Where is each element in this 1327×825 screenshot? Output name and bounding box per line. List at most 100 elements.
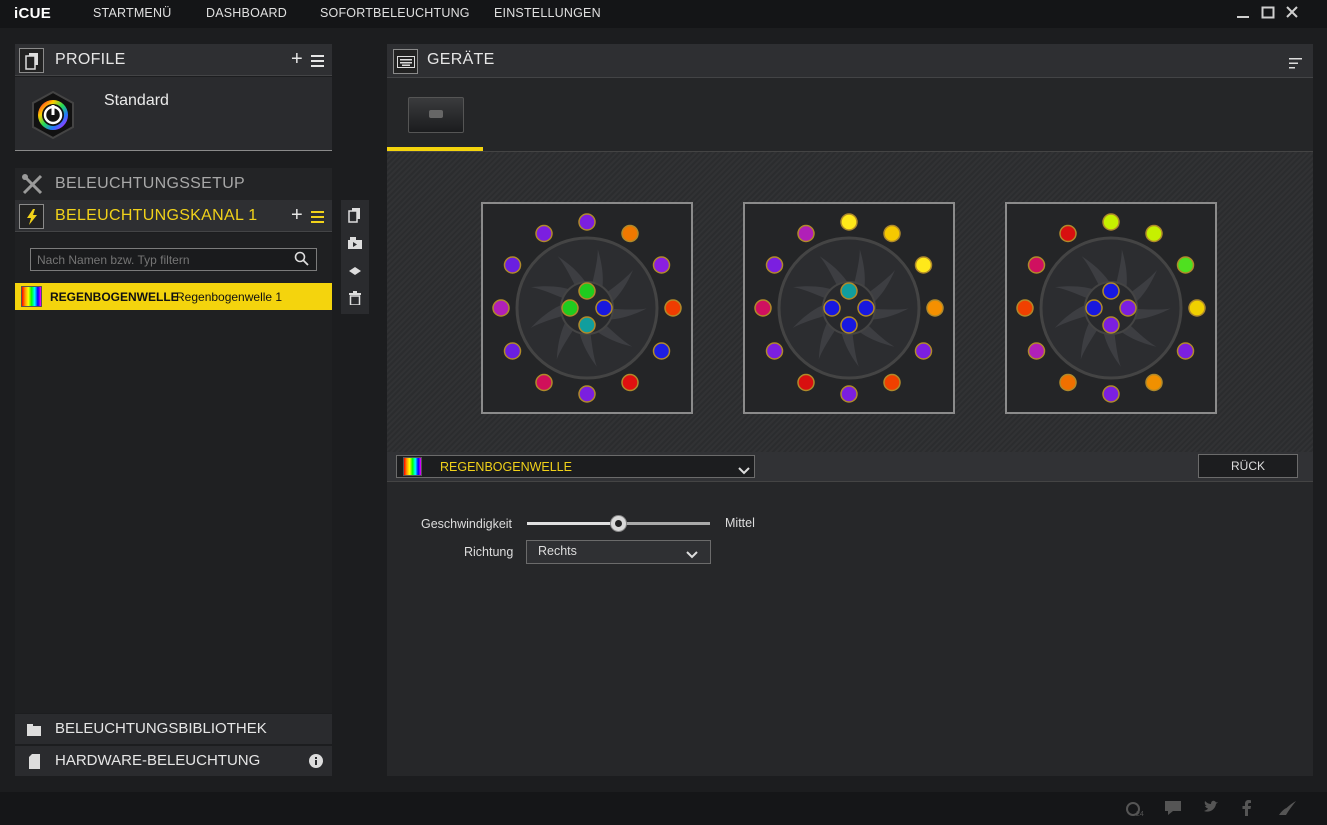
fan-led-outer[interactable] <box>503 256 522 274</box>
fan-led-outer[interactable] <box>914 256 933 274</box>
trash-icon[interactable] <box>349 291 361 310</box>
fan-led-outer[interactable] <box>621 373 639 392</box>
fan-led-outer[interactable] <box>883 373 901 392</box>
maximize-icon[interactable] <box>1261 4 1275 25</box>
fan-led-inner[interactable] <box>840 282 858 300</box>
fan-led-outer[interactable] <box>1102 213 1120 231</box>
fan-led-outer[interactable] <box>664 299 682 317</box>
fan-led-outer[interactable] <box>765 256 784 274</box>
fan-led-outer[interactable] <box>1027 342 1046 360</box>
fan-led-inner[interactable] <box>1102 282 1120 300</box>
close-icon[interactable] <box>1285 4 1299 25</box>
fan-led-outer[interactable] <box>1102 385 1120 403</box>
fan-led-outer[interactable] <box>492 299 510 317</box>
twitter-icon[interactable] <box>1203 800 1219 818</box>
fan-panel-1[interactable] <box>481 202 693 414</box>
fan-led-outer[interactable] <box>926 299 944 317</box>
effect-type-dropdown[interactable]: REGENBOGENWELLE <box>396 455 755 478</box>
fan-led-inner[interactable] <box>1119 299 1137 317</box>
nav-startmenu[interactable]: STARTMENÜ <box>93 6 171 20</box>
fan-panel-3[interactable] <box>1005 202 1217 414</box>
fan-led-outer[interactable] <box>1145 224 1163 243</box>
fan-led-outer[interactable] <box>765 342 784 360</box>
add-profile-button[interactable]: + <box>291 48 303 71</box>
add-effect-button[interactable]: + <box>291 204 303 227</box>
fan-led-outer[interactable] <box>621 224 639 243</box>
fan-led-outer[interactable] <box>1176 342 1195 360</box>
fan-led-outer[interactable] <box>652 256 671 274</box>
fan-led-outer[interactable] <box>1059 373 1077 392</box>
fan-led-inner[interactable] <box>823 299 841 317</box>
top-navigation-bar: iCUE STARTMENÜ DASHBOARD SOFORTBELEUCHTU… <box>0 0 1327 28</box>
speed-label: Geschwindigkeit <box>421 517 513 531</box>
info-icon[interactable] <box>309 754 323 773</box>
fan-led-outer[interactable] <box>754 299 772 317</box>
list-item[interactable]: REGENBOGENWELLE Regenbogenwelle 1 <box>15 283 332 310</box>
fan-led-outer[interactable] <box>535 224 553 243</box>
fan-led-inner[interactable] <box>840 316 858 334</box>
move-to-icon[interactable] <box>347 236 363 255</box>
lighting-library[interactable]: BELEUCHTUNGSBIBLIOTHEK <box>15 714 332 744</box>
fan-led-inner[interactable] <box>595 299 613 317</box>
fan-led-outer[interactable] <box>652 342 671 360</box>
fan-led-outer[interactable] <box>1145 373 1163 392</box>
support-icon[interactable]: 24 <box>1125 800 1145 820</box>
fan-led-outer[interactable] <box>914 342 933 360</box>
back-button[interactable]: RÜCK <box>1198 454 1298 478</box>
search-icon[interactable] <box>294 251 310 272</box>
fan-led-inner[interactable] <box>578 282 596 300</box>
minimize-icon[interactable] <box>1236 4 1250 25</box>
reorder-icon[interactable] <box>348 264 362 282</box>
nav-settings[interactable]: EINSTELLUNGEN <box>494 6 601 20</box>
copy-icon[interactable] <box>348 207 362 228</box>
fan-led-outer[interactable] <box>535 373 553 392</box>
fan-led-outer[interactable] <box>1027 256 1046 274</box>
profile-panel-header: PROFILE + <box>15 44 332 76</box>
fan-led-outer[interactable] <box>883 224 901 243</box>
corsair-sails-icon[interactable] <box>1278 800 1298 820</box>
device-controller-thumbnail[interactable] <box>408 97 464 133</box>
lighting-setup-title: BELEUCHTUNGSSETUP <box>55 175 246 192</box>
fan-led-outer[interactable] <box>840 385 858 403</box>
rainbow-effect-icon <box>403 457 422 476</box>
effect-tools <box>341 200 369 314</box>
fan-led-outer[interactable] <box>1016 299 1034 317</box>
lighting-setup-header[interactable]: BELEUCHTUNGSSETUP <box>15 168 332 200</box>
footer-bar: 24 <box>0 792 1327 825</box>
fan-led-inner[interactable] <box>857 299 875 317</box>
fan-led-outer[interactable] <box>797 224 815 243</box>
fan-panel-2[interactable] <box>743 202 955 414</box>
profile-panel-title: PROFILE <box>55 51 126 68</box>
fan-led-inner[interactable] <box>561 299 579 317</box>
memory-card-icon <box>29 754 40 774</box>
effect-type-selected: REGENBOGENWELLE <box>440 460 572 474</box>
facebook-icon[interactable] <box>1242 800 1252 820</box>
effect-filter-input[interactable] <box>30 248 317 271</box>
fan-led-inner[interactable] <box>578 316 596 334</box>
svg-text:24: 24 <box>1136 811 1144 816</box>
speed-slider-fill <box>527 522 619 525</box>
chat-icon[interactable] <box>1164 800 1182 820</box>
hardware-lighting[interactable]: HARDWARE-BELEUCHTUNG <box>15 746 332 776</box>
fan-led-outer[interactable] <box>578 385 596 403</box>
speed-slider-thumb[interactable] <box>609 515 627 532</box>
fan-led-outer[interactable] <box>840 213 858 231</box>
fan-led-inner[interactable] <box>1102 316 1120 334</box>
direction-dropdown[interactable]: Rechts <box>526 540 711 564</box>
fan-led-inner[interactable] <box>1085 299 1103 317</box>
profile-item[interactable]: Standard <box>15 77 332 151</box>
fan-led-outer[interactable] <box>1176 256 1195 274</box>
profile-menu-button[interactable] <box>311 54 324 72</box>
nav-instant-lighting[interactable]: SOFORTBELEUCHTUNG <box>320 6 470 20</box>
fan-led-outer[interactable] <box>1059 224 1077 243</box>
channel-menu-button[interactable] <box>311 210 324 228</box>
fan-led-outer[interactable] <box>797 373 815 392</box>
fan-led-outer[interactable] <box>503 342 522 360</box>
fan-led-outer[interactable] <box>578 213 596 231</box>
fan-led-outer[interactable] <box>1188 299 1206 317</box>
nav-dashboard[interactable]: DASHBOARD <box>206 6 287 20</box>
devices-panel-header: GERÄTE <box>387 44 1313 78</box>
chevron-down-icon <box>686 548 698 562</box>
direction-value: Rechts <box>538 544 577 558</box>
devices-menu-icon[interactable] <box>1289 56 1302 74</box>
